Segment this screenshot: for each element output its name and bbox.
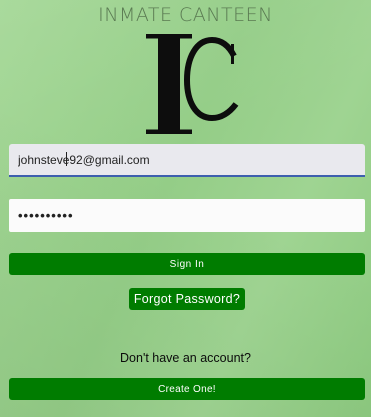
text-cursor <box>66 152 67 166</box>
forgot-password-button[interactable]: Forgot Password? <box>129 288 245 310</box>
ic-monogram-logo <box>146 34 239 134</box>
sign-in-button[interactable]: Sign In <box>9 253 365 275</box>
email-field[interactable] <box>9 144 365 177</box>
no-account-text: Don't have an account? <box>120 351 251 365</box>
app-title: INMATE CANTEEN <box>98 4 273 26</box>
password-field[interactable] <box>9 199 365 232</box>
create-account-button[interactable]: Create One! <box>9 378 365 400</box>
